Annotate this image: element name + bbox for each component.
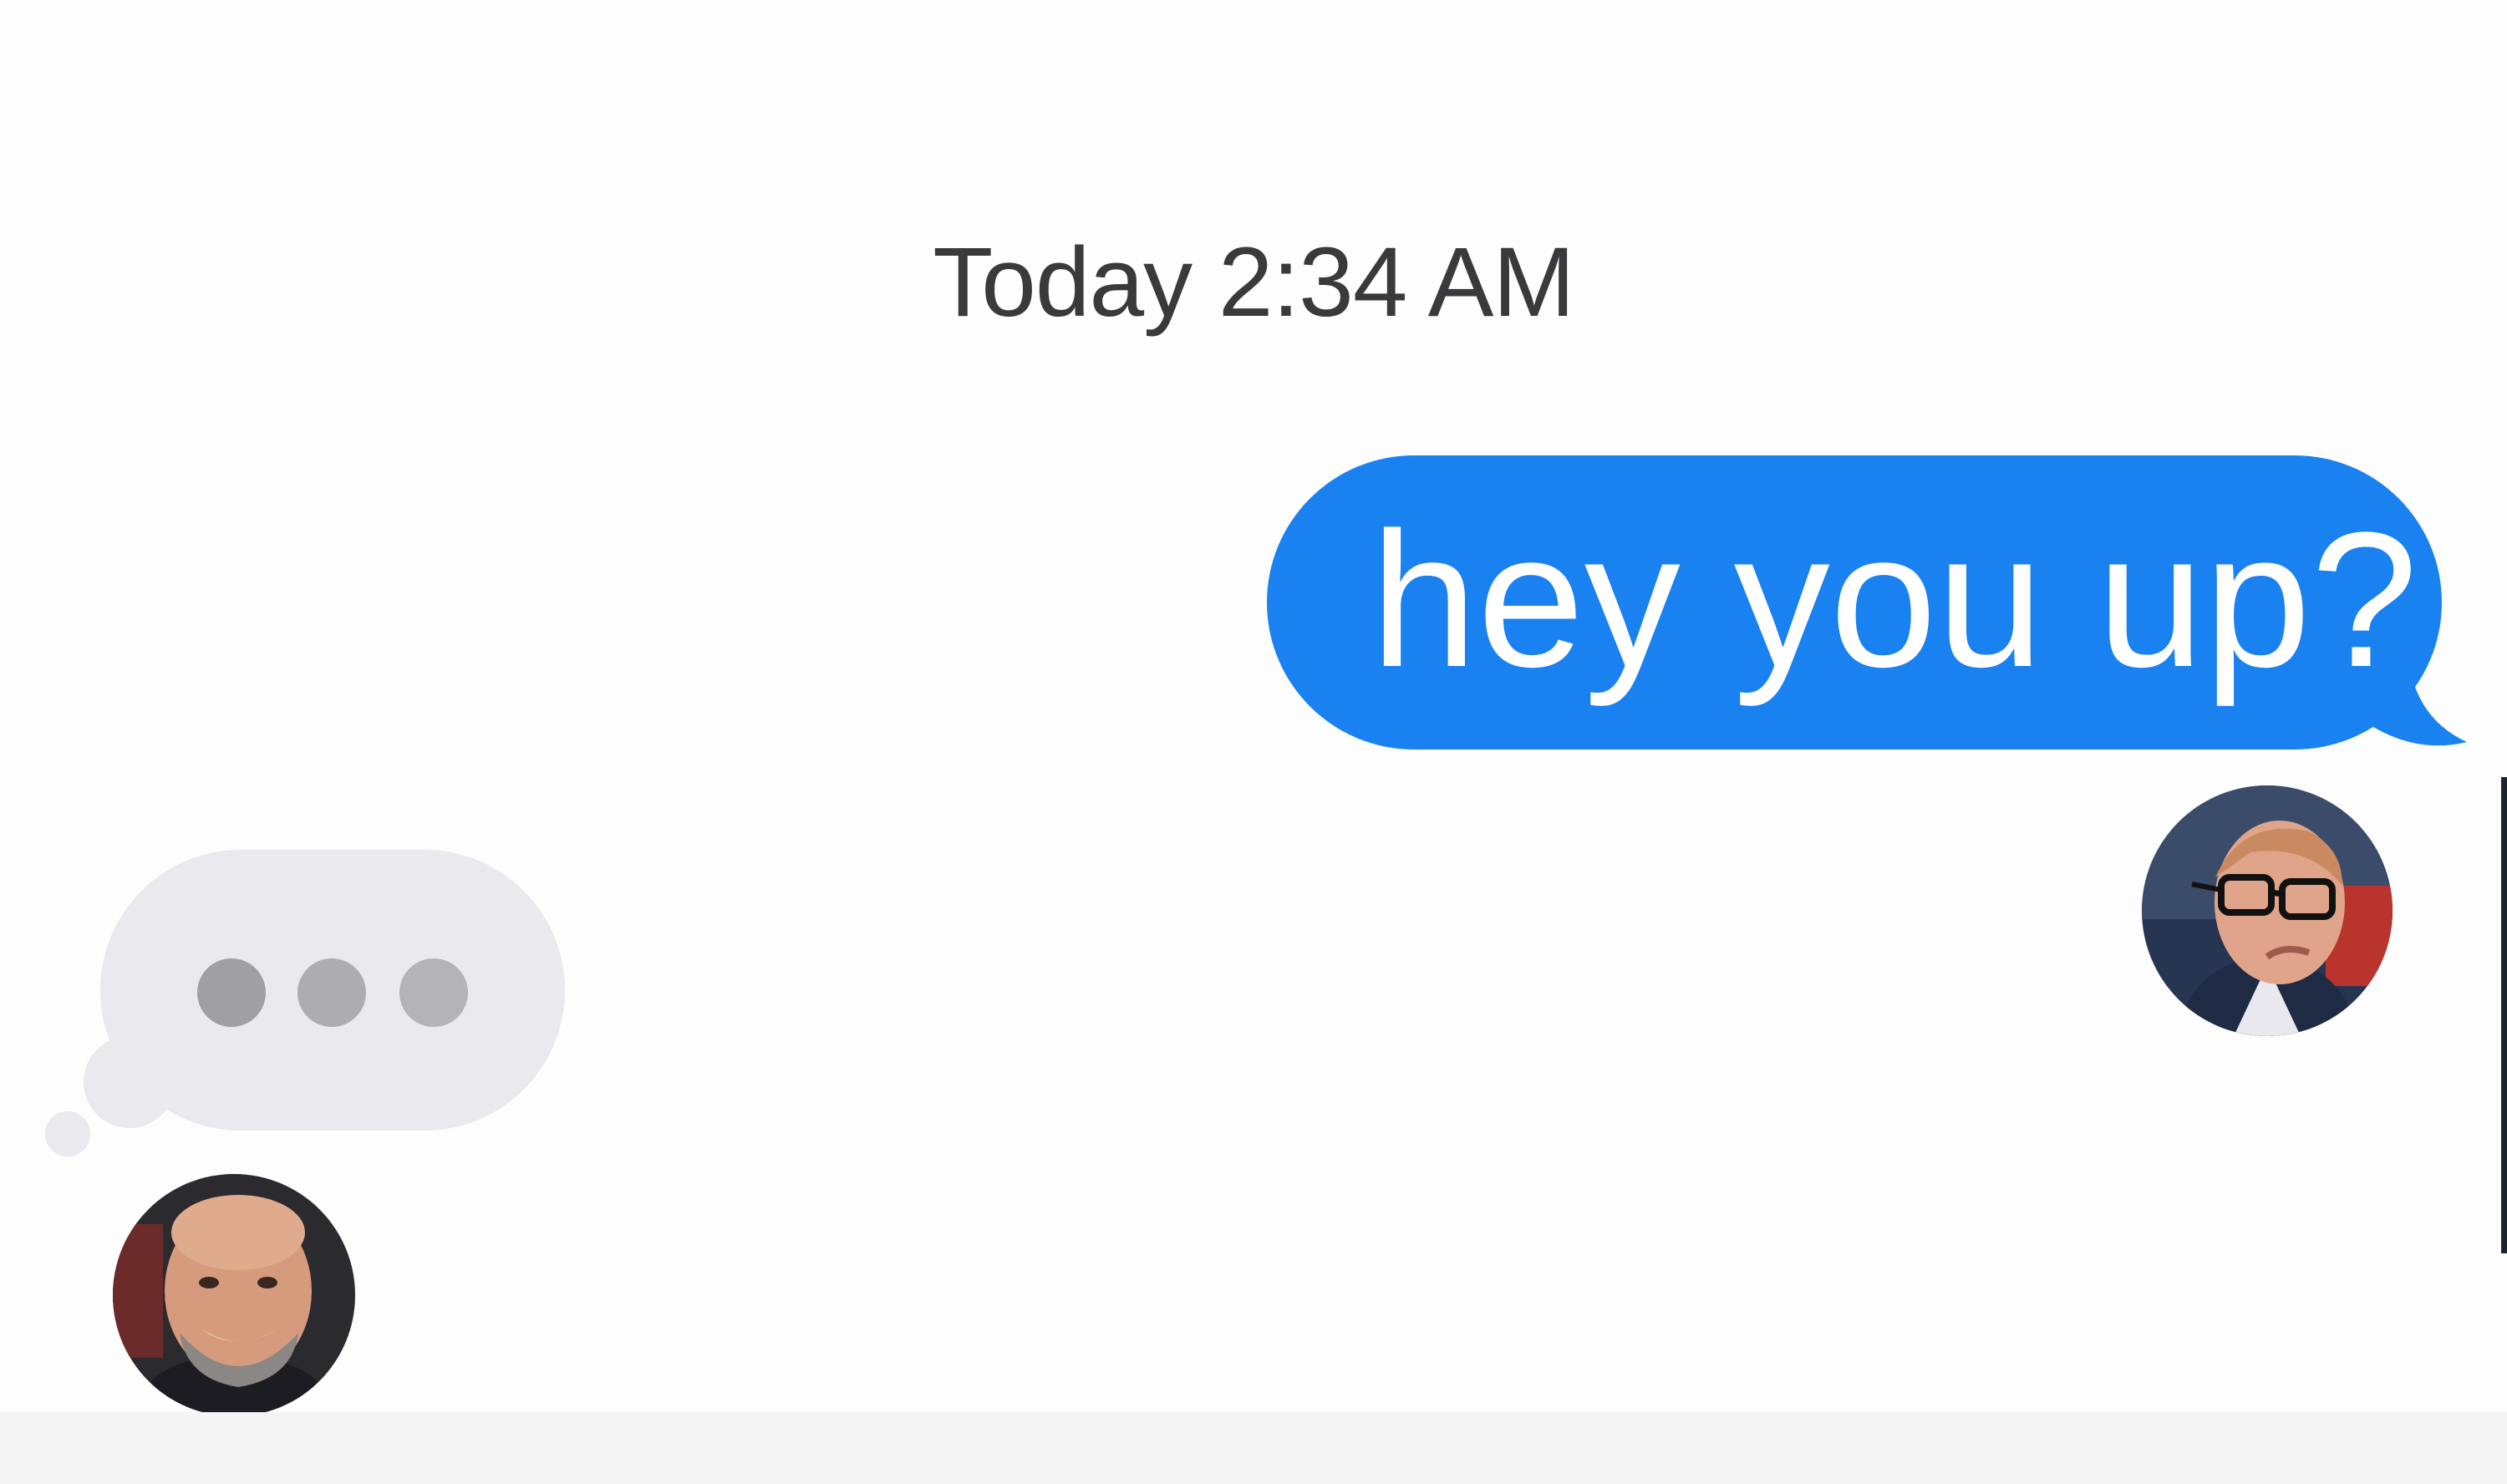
typing-dot-icon (297, 958, 366, 1027)
avatar-photo-icon (2142, 785, 2393, 1036)
outgoing-message-text: hey you up? (1370, 492, 2418, 707)
message-timestamp: Today 2:34 AM (933, 227, 1575, 338)
typing-dot-icon (399, 958, 468, 1027)
message-thread: Today 2:34 AM hey you up? (0, 0, 2507, 1484)
bottom-bar (0, 1412, 2507, 1484)
edge-divider (2501, 777, 2507, 1253)
typing-tail-small-icon (45, 1111, 90, 1156)
typing-tail-icon (84, 1036, 175, 1128)
typing-dot-icon (197, 958, 266, 1027)
avatar-photo-icon (113, 1174, 355, 1416)
sender-avatar[interactable] (2142, 785, 2393, 1036)
recipient-avatar[interactable] (113, 1174, 355, 1416)
